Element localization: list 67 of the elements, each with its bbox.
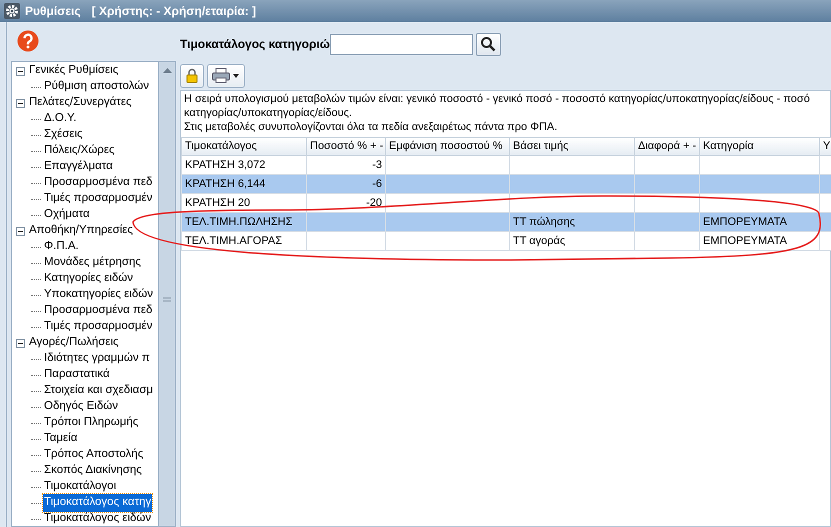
tree-item[interactable]: Προσαρμοσμένα πεδ — [43, 302, 154, 320]
search-label: Τιμοκατάλογος κατηγοριώ — [180, 36, 330, 53]
collapse-toggle[interactable] — [16, 226, 25, 236]
tree-item[interactable]: Οχήματα — [43, 206, 91, 224]
tree-item[interactable]: Πόλεις/Χώρες — [43, 142, 116, 160]
tree-item[interactable]: Φ.Π.Α. — [43, 238, 80, 256]
collapse-toggle[interactable] — [16, 338, 25, 348]
lock-icon — [186, 68, 198, 83]
caret-icon — [233, 74, 239, 78]
lock-button[interactable] — [180, 64, 204, 88]
table-cell: ΕΜΠΟΡΕΥΜΑΤΑ — [703, 234, 787, 247]
tree-item[interactable]: Παραστατικά — [43, 366, 111, 384]
tree-item[interactable]: Τρόποι Πληρωμής — [43, 414, 140, 432]
scrollbar[interactable] — [159, 61, 176, 527]
table-cell: ΚΡΑΤΗΣΗ 6,144 — [185, 178, 266, 190]
column-header[interactable]: Εμφάνιση ποσοστού % — [386, 138, 510, 156]
print-button[interactable] — [207, 64, 245, 88]
gear-icon — [4, 3, 20, 19]
table-cell: ΤΤ πώλησης — [513, 216, 575, 228]
column-header[interactable]: Βάσει τιμής — [510, 138, 634, 156]
tree-item[interactable]: Ιδιότητες γραμμών π — [43, 350, 151, 368]
column-header[interactable]: Ποσοστό % + - — [306, 138, 386, 156]
search-field[interactable] — [330, 34, 473, 54]
tree-item[interactable]: Δ.Ο.Υ. — [43, 110, 78, 128]
table-cell: ΤΕΛ.ΤΙΜΗ.ΠΩΛΗΣΗΣ — [185, 216, 292, 228]
tree-item[interactable]: Τιμοκατάλογοι — [43, 478, 118, 496]
tree-item[interactable]: Τιμές προσαρμοσμέν — [43, 318, 154, 336]
tree-item[interactable]: Υποκατηγορίες ειδών — [43, 286, 154, 304]
tree-item[interactable]: Ρύθμιση αποστολών — [43, 78, 150, 96]
grip-icon[interactable] — [162, 297, 172, 303]
tree-item[interactable]: Σχέσεις — [43, 126, 84, 144]
collapse-toggle[interactable] — [16, 66, 25, 76]
column-header[interactable]: Τιμοκατάλογος — [182, 138, 306, 156]
tree-item[interactable]: Πελάτες/Συνεργάτες — [28, 94, 132, 112]
table-cell: ΤΤ αγοράς — [513, 234, 566, 247]
table-cell: -6 — [372, 178, 382, 190]
table-cell: ΕΜΠΟΡΕΥΜΑΤΑ — [703, 216, 787, 228]
tree-item[interactable]: Τρόπος Αποστολής — [43, 446, 144, 464]
info-text: Στις μεταβολές συνυπολογίζονται όλα τα πεδία ανεξαιρέτως πάντα προ ΦΠΑ. — [184, 120, 558, 134]
tree-item[interactable]: Κατηγορίες ειδών — [43, 270, 134, 288]
tree-item[interactable]: Αποθήκη/Υπηρεσίες — [28, 222, 134, 240]
tree-item[interactable]: Τιμοκατάλογος κατηγ — [43, 494, 152, 512]
table-cell: ΚΡΑΤΗΣΗ 3,072 — [185, 158, 266, 171]
tree-item[interactable]: Μονάδες μέτρησης — [43, 254, 142, 272]
search-icon — [480, 36, 496, 52]
collapse-toggle[interactable] — [16, 98, 25, 108]
window-title: Ρυθμίσεις — [25, 3, 81, 20]
tree-item[interactable]: Σκοπός Διακίνησης — [43, 462, 143, 480]
tree-item[interactable]: Γενικές Ρυθμίσεις — [28, 62, 120, 80]
table-cell: -20 — [366, 196, 382, 209]
table-cell: ΤΕΛ.ΤΙΜΗ.ΑΓΟΡΑΣ — [185, 234, 282, 247]
column-header[interactable]: Κατηγορία — [700, 138, 820, 156]
tree-item[interactable]: Τιμοκατάλογος ειδών — [43, 510, 152, 526]
tree-item[interactable]: Οδηγός Ειδών — [43, 398, 119, 416]
tree-item[interactable]: Στοιχεία και σχεδιασμ — [43, 382, 154, 400]
tree-item[interactable]: Ταμεία — [43, 430, 78, 448]
info-text: Η σειρά υπολογισμού μεταβολών τιμών είναι: γενικό ποσοστό - γενικό ποσό - ποσοστό κατηγορίας/υποκατηγορίας/είδους - ποσό κατηγορίας/υποκατηγορίας/είδους. — [184, 92, 811, 120]
tree-item[interactable]: Επαγγέλματα — [43, 158, 114, 176]
tree-item[interactable]: Προσαρμοσμένα πεδ — [43, 174, 154, 192]
tree-item[interactable]: Τιμές προσαρμοσμέν — [43, 190, 154, 208]
table-cell: ΚΡΑΤΗΣΗ 20 — [185, 196, 250, 209]
help-icon[interactable] — [17, 30, 39, 52]
table-cell: -3 — [372, 158, 382, 171]
window-subtitle: [ Χρήστης: - Χρήση/εταιρία: ] — [92, 3, 256, 20]
tree-item[interactable]: Αγορές/Πωλήσεις — [28, 334, 120, 352]
printer-icon — [212, 68, 230, 83]
search-button[interactable] — [476, 32, 501, 56]
